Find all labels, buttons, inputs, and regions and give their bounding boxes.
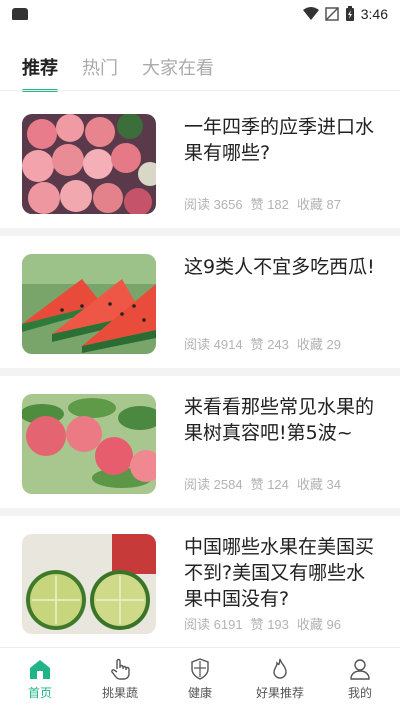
article-card[interactable]: 中国哪些水果在美国买不到?美国又有哪些水果中国没有? 阅读 6191 赞 193… — [0, 516, 400, 656]
nav-pick-produce-label: 挑果蔬 — [101, 686, 138, 700]
nav-home-label: 首页 — [27, 686, 52, 700]
status-time: 3:46 — [360, 6, 388, 22]
nav-recommended-fruit[interactable]: 好果推荐 — [245, 657, 315, 701]
article-stats: 阅读 6191 赞 193 收藏 96 — [184, 614, 341, 633]
article-thumbnail-watermelon — [22, 254, 156, 354]
battery-icon — [345, 6, 354, 21]
hand-pointer-icon — [111, 658, 130, 680]
article-title: 中国哪些水果在美国买不到?美国又有哪些水果中国没有? — [184, 536, 375, 610]
android-icon — [12, 8, 28, 20]
article-thumbnail-peach-tree — [22, 394, 156, 494]
status-bar: 3:46 — [0, 0, 400, 28]
like-count: 赞 243 — [250, 337, 289, 352]
article-stats: 阅读 2584 赞 124 收藏 34 — [184, 474, 341, 493]
no-signal-icon — [325, 7, 339, 21]
article-stats: 阅读 3656 赞 182 收藏 87 — [184, 194, 341, 213]
article-title: 这9类人不宜多吃西瓜! — [184, 256, 375, 278]
article-title: 来看看那些常见水果的果树真容吧!第5波~ — [184, 396, 375, 444]
status-icons: 3:46 — [302, 6, 388, 22]
favorite-count: 收藏 34 — [296, 477, 342, 492]
wifi-icon — [302, 7, 319, 20]
nav-profile[interactable]: 我的 — [325, 657, 395, 701]
flame-icon — [273, 658, 287, 679]
nav-pick-produce[interactable]: 挑果蔬 — [85, 657, 155, 701]
tabs-divider — [0, 90, 400, 91]
read-count: 阅读 2584 — [184, 477, 243, 492]
nav-home[interactable]: 首页 — [5, 657, 75, 701]
nav-profile-label: 我的 — [347, 686, 372, 700]
nav-health[interactable]: 健康 — [165, 657, 235, 701]
read-count: 阅读 3656 — [184, 197, 243, 212]
home-icon — [30, 660, 50, 679]
nav-health-label: 健康 — [187, 686, 212, 700]
nav-recommended-fruit-label: 好果推荐 — [255, 686, 304, 700]
article-stats: 阅读 4914 赞 243 收藏 29 — [184, 334, 341, 353]
article-thumbnail-peaches — [22, 114, 156, 214]
favorite-count: 收藏 87 — [296, 197, 342, 212]
tab-hot[interactable]: 热门 — [82, 54, 118, 80]
article-card[interactable]: 来看看那些常见水果的果树真容吧!第5波~ 阅读 2584 赞 124 收藏 34 — [0, 376, 400, 516]
article-title: 一年四季的应季进口水果有哪些? — [184, 116, 375, 164]
like-count: 赞 124 — [250, 477, 289, 492]
article-card[interactable]: 一年四季的应季进口水果有哪些? 阅读 3656 赞 182 收藏 87 — [0, 96, 400, 236]
favorite-count: 收藏 96 — [296, 617, 342, 632]
tab-recommend[interactable]: 推荐 — [22, 54, 58, 92]
article-thumbnail-limes — [22, 534, 156, 634]
category-tabs: 推荐 热门 大家在看 — [22, 54, 214, 92]
like-count: 赞 182 — [250, 197, 289, 212]
article-list: 一年四季的应季进口水果有哪些? 阅读 3656 赞 182 收藏 87 这9类人… — [0, 96, 400, 656]
shield-icon — [191, 658, 209, 680]
bottom-nav: 首页 挑果蔬 健康 好果推荐 我的 — [0, 647, 400, 710]
read-count: 阅读 6191 — [184, 617, 243, 632]
favorite-count: 收藏 29 — [296, 337, 342, 352]
tab-everyone-watching[interactable]: 大家在看 — [142, 54, 214, 80]
article-card[interactable]: 这9类人不宜多吃西瓜! 阅读 4914 赞 243 收藏 29 — [0, 236, 400, 376]
user-icon — [350, 659, 370, 680]
read-count: 阅读 4914 — [184, 337, 243, 352]
like-count: 赞 193 — [250, 617, 289, 632]
